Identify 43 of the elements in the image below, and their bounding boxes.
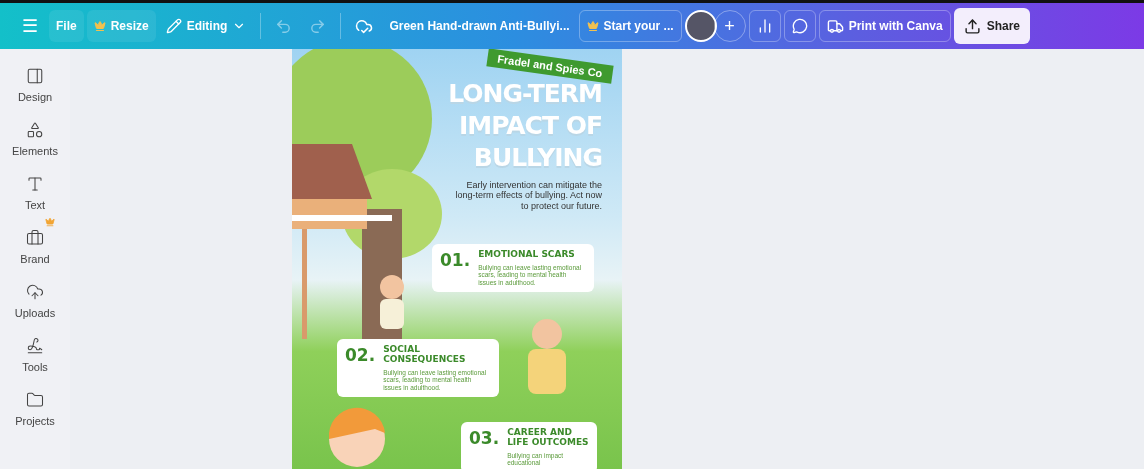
sidebar-item[interactable]: Uploads — [3, 283, 67, 319]
avatar[interactable] — [684, 10, 717, 42]
folder-icon — [26, 391, 44, 409]
girl-drawing — [328, 407, 385, 467]
redo-icon — [309, 17, 327, 35]
undo-icon — [275, 17, 293, 35]
crown-icon — [93, 20, 106, 32]
poster-title: IMPACT OF — [459, 111, 602, 140]
insights-button[interactable] — [748, 10, 781, 42]
shapes-icon — [26, 121, 44, 139]
card-heading: SOCIAL CONSEQUENCES — [383, 345, 467, 365]
sidebar-item[interactable]: Elements — [3, 121, 67, 157]
pencil-icon — [165, 18, 182, 34]
sidebar-item[interactable]: Projects — [3, 391, 67, 427]
cloud-upload-icon — [26, 283, 44, 301]
sidebar-item[interactable]: Tools — [3, 337, 67, 373]
card-heading: CAREER AND LIFE OUTCOMES — [507, 428, 589, 448]
ribbon-banner: Fradel and Spies Co — [486, 49, 614, 84]
crown-icon — [586, 20, 599, 32]
cloud-check-icon — [355, 17, 374, 35]
sidebar-item[interactable]: Text — [3, 175, 67, 211]
sidebar-item[interactable]: Brand — [3, 229, 67, 265]
crown-icon — [45, 217, 55, 227]
card-number: 01. — [440, 250, 471, 272]
card-number: 02. — [345, 345, 376, 367]
print-button[interactable]: Print with Canva — [818, 10, 951, 42]
text-icon — [26, 175, 44, 193]
boy-drawing — [380, 275, 404, 329]
speech-bubble-icon — [791, 18, 808, 34]
truck-icon — [826, 17, 844, 35]
brand-icon — [26, 229, 44, 247]
share-button[interactable]: Share — [953, 8, 1030, 44]
pen-icon — [26, 337, 44, 355]
card-number: 03. — [469, 428, 500, 450]
share-icon — [963, 17, 981, 35]
comments-button[interactable] — [783, 10, 816, 42]
sidebar-item[interactable]: Design — [3, 67, 67, 103]
trial-button[interactable]: Start your ... — [578, 10, 682, 42]
layout-icon — [26, 67, 44, 85]
intro-text: Early intervention can mitigate the long-term effects of bullying. Act now to protect our future. — [454, 180, 602, 212]
card-heading: EMOTIONAL SCARS — [478, 250, 576, 260]
poster[interactable] — [292, 49, 622, 469]
poster-title: BULLYING — [473, 143, 602, 172]
